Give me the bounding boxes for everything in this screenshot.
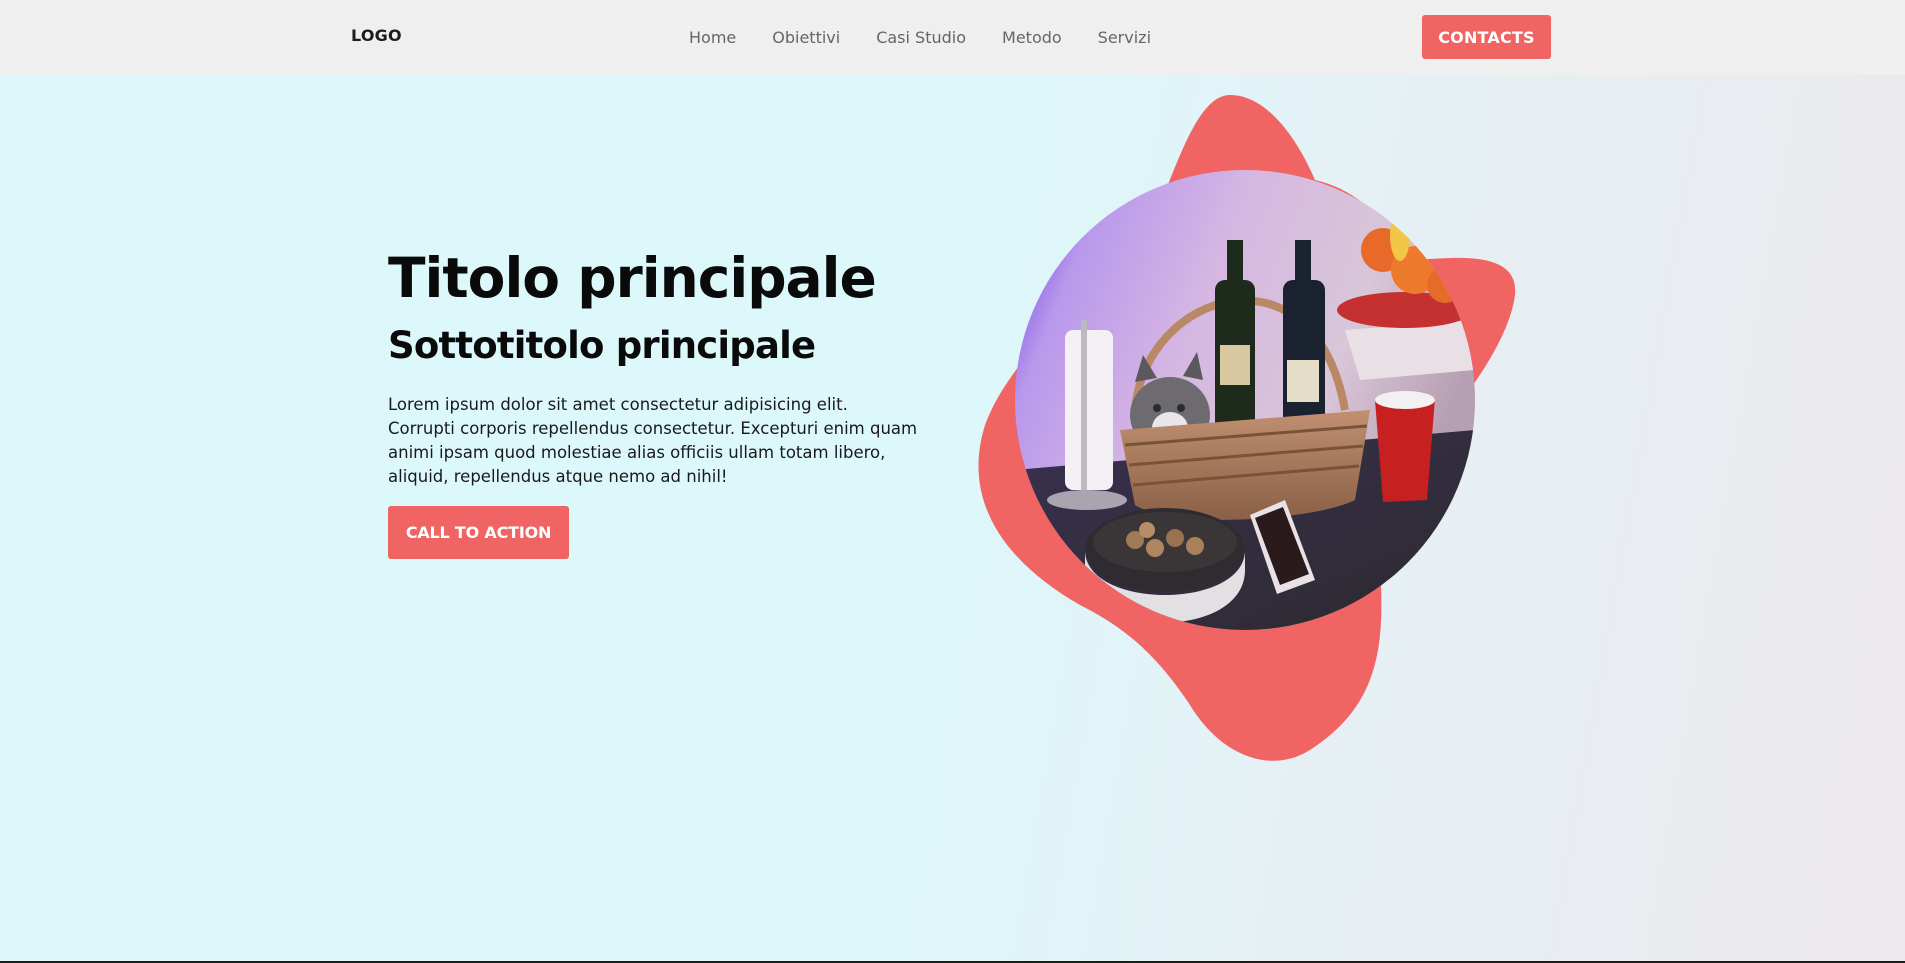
contacts-button[interactable]: CONTACTS xyxy=(1422,15,1551,59)
logo[interactable]: LOGO xyxy=(351,26,402,45)
nav-link-casi-studio[interactable]: Casi Studio xyxy=(876,28,966,47)
hero-subtitle: Sottotitolo principale xyxy=(388,324,816,367)
nav-links: Home Obiettivi Casi Studio Metodo Serviz… xyxy=(689,28,1151,47)
call-to-action-button[interactable]: CALL TO ACTION xyxy=(388,506,569,559)
hero-photo xyxy=(1015,170,1475,630)
hero-title: Titolo principale xyxy=(388,246,877,310)
nav-link-home[interactable]: Home xyxy=(689,28,736,47)
nav-link-servizi[interactable]: Servizi xyxy=(1098,28,1151,47)
page: LOGO Home Obiettivi Casi Studio Metodo S… xyxy=(0,0,1905,963)
nav-link-obiettivi[interactable]: Obiettivi xyxy=(772,28,840,47)
hero-visual xyxy=(970,85,1530,765)
nav-link-metodo[interactable]: Metodo xyxy=(1002,28,1062,47)
navbar: LOGO Home Obiettivi Casi Studio Metodo S… xyxy=(0,0,1905,75)
hero-paragraph: Lorem ipsum dolor sit amet consectetur a… xyxy=(388,395,918,486)
